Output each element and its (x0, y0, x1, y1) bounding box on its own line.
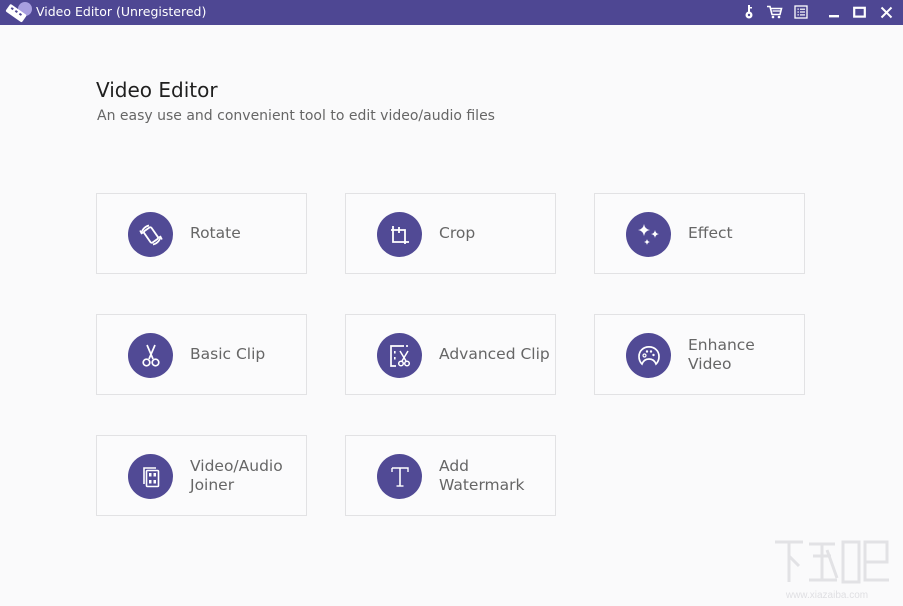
tool-card-basic-clip[interactable]: Basic Clip (96, 314, 307, 395)
tool-label: Rotate (190, 194, 302, 273)
advanced-clip-icon (377, 333, 422, 378)
tool-label: Basic Clip (190, 315, 302, 394)
tool-label-line1: Advanced Clip (439, 345, 550, 363)
tool-label: Enhance Video (688, 315, 800, 394)
key-icon (745, 5, 753, 19)
tool-label-line1: Basic Clip (190, 345, 266, 363)
maximize-icon (852, 6, 866, 18)
tool-card-advanced-clip[interactable]: Advanced Clip (345, 314, 556, 395)
cart-icon (766, 5, 783, 19)
tool-label-line2: Watermark (439, 475, 525, 494)
tool-label-line2: Video (688, 354, 732, 373)
buy-button[interactable] (763, 2, 785, 22)
crop-icon (377, 212, 422, 257)
site-watermark: www.xiazaiba.com (757, 522, 897, 602)
sparkle-icon (626, 212, 671, 257)
minimize-icon (829, 15, 839, 18)
tool-label-line1: Add (439, 456, 470, 475)
text-t-icon (377, 454, 422, 499)
tool-label: Effect (688, 194, 800, 273)
tool-label: Advanced Clip (439, 315, 551, 394)
tool-card-video-audio-joiner[interactable]: Video/Audio Joiner (96, 435, 307, 516)
tool-label: Crop (439, 194, 551, 273)
app-logo-icon (5, 2, 32, 22)
window-title: Video Editor (Unregistered) (36, 4, 207, 19)
tool-label-line1: Effect (688, 224, 733, 242)
tool-card-enhance-video[interactable]: Enhance Video (594, 314, 805, 395)
tool-label-line1: Video/Audio (190, 456, 283, 475)
minimize-button[interactable] (823, 2, 845, 22)
film-joiner-icon (128, 454, 173, 499)
page-title: Video Editor (96, 78, 218, 102)
watermark-logo-icon: www.xiazaiba.com (775, 540, 889, 601)
tool-label: Add Watermark (439, 436, 551, 515)
tool-label-line2: Joiner (190, 475, 235, 494)
tool-card-effect[interactable]: Effect (594, 193, 805, 274)
tool-label-line1: Enhance (688, 335, 755, 354)
palette-icon (626, 333, 671, 378)
scissors-icon (128, 333, 173, 378)
tool-label-line1: Crop (439, 224, 476, 242)
tool-card-add-watermark[interactable]: Add Watermark (345, 435, 556, 516)
tool-label-line1: Rotate (190, 224, 241, 242)
menu-list-icon (794, 5, 808, 19)
rotate-icon (128, 212, 173, 257)
page-subtitle: An easy use and convenient tool to edit … (97, 108, 495, 124)
maximize-button[interactable] (848, 2, 870, 22)
close-icon (880, 6, 892, 18)
tool-card-crop[interactable]: Crop (345, 193, 556, 274)
watermark-text: www.xiazaiba.com (785, 590, 868, 601)
title-bar: Video Editor (Unregistered) (0, 0, 903, 25)
menu-button[interactable] (790, 2, 812, 22)
register-button[interactable] (738, 2, 760, 22)
close-button[interactable] (875, 2, 897, 22)
tool-card-rotate[interactable]: Rotate (96, 193, 307, 274)
tool-label: Video/Audio Joiner (190, 436, 302, 515)
